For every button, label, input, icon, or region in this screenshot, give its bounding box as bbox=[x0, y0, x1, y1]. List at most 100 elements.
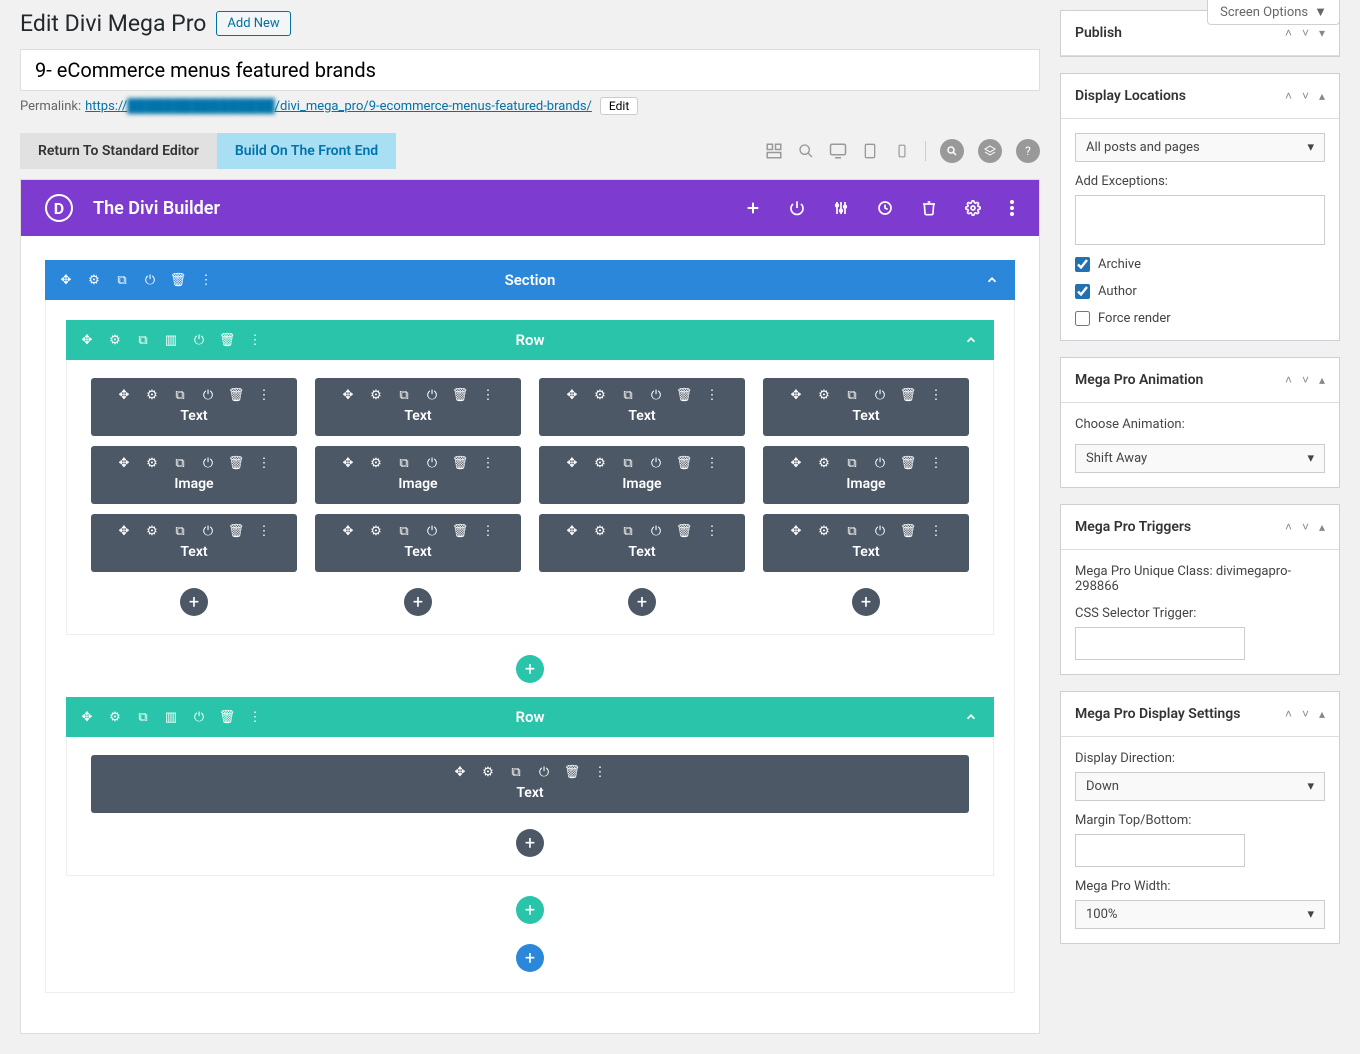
gear-icon[interactable]: ⚙ bbox=[145, 456, 159, 470]
animation-select[interactable]: Shift Away▾ bbox=[1075, 444, 1325, 473]
add-section-button[interactable]: + bbox=[516, 944, 544, 972]
display-locations-select[interactable]: All posts and pages▾ bbox=[1075, 133, 1325, 162]
power-icon[interactable]: ⏻ bbox=[649, 388, 663, 402]
trash-icon[interactable]: 🗑 bbox=[901, 456, 915, 470]
collapse-icon[interactable] bbox=[964, 333, 978, 347]
duplicate-icon[interactable]: ⧉ bbox=[845, 456, 859, 470]
module-text[interactable]: ✥ ⚙ ⧉ ⏻ 🗑 ⋮ Text bbox=[315, 514, 521, 572]
gear-icon[interactable]: ⚙ bbox=[481, 765, 495, 779]
move-icon[interactable]: ✥ bbox=[59, 273, 73, 287]
add-icon[interactable] bbox=[745, 200, 761, 216]
move-icon[interactable]: ✥ bbox=[117, 456, 131, 470]
move-icon[interactable]: ✥ bbox=[565, 524, 579, 538]
module-text[interactable]: ✥ ⚙ ⧉ ⏻ 🗑 ⋮ Text bbox=[91, 755, 969, 813]
gear-icon[interactable]: ⚙ bbox=[593, 524, 607, 538]
gear-icon[interactable] bbox=[965, 200, 981, 216]
panel-toggle-icon[interactable]: ▾ bbox=[1319, 26, 1325, 40]
more-icon[interactable]: ⋮ bbox=[705, 388, 719, 402]
move-icon[interactable]: ✥ bbox=[789, 388, 803, 402]
help-circle-icon[interactable]: ? bbox=[1016, 139, 1040, 163]
columns-icon[interactable]: ▥ bbox=[164, 333, 178, 347]
module-text[interactable]: ✥ ⚙ ⧉ ⏻ 🗑 ⋮ Text bbox=[539, 378, 745, 436]
add-module-button[interactable]: + bbox=[628, 588, 656, 616]
power-icon[interactable]: ⏻ bbox=[192, 333, 206, 347]
trash-icon[interactable]: 🗑 bbox=[677, 524, 691, 538]
duplicate-icon[interactable]: ⧉ bbox=[397, 388, 411, 402]
gear-icon[interactable]: ⚙ bbox=[593, 456, 607, 470]
move-icon[interactable]: ✥ bbox=[117, 388, 131, 402]
panel-down-icon[interactable]: ˅ bbox=[1302, 373, 1309, 387]
move-icon[interactable]: ✥ bbox=[565, 388, 579, 402]
trash-icon[interactable]: 🗑 bbox=[901, 388, 915, 402]
screen-options-toggle[interactable]: Screen Options ▼ bbox=[1207, 0, 1340, 25]
clock-icon[interactable] bbox=[877, 200, 893, 216]
more-icon[interactable]: ⋮ bbox=[199, 273, 213, 287]
add-row-button[interactable]: + bbox=[516, 655, 544, 683]
power-icon[interactable]: ⏻ bbox=[201, 524, 215, 538]
panel-down-icon[interactable]: ˅ bbox=[1302, 26, 1309, 40]
duplicate-icon[interactable]: ⧉ bbox=[621, 524, 635, 538]
trash-icon[interactable]: 🗑 bbox=[565, 765, 579, 779]
module-text[interactable]: ✥ ⚙ ⧉ ⏻ 🗑 ⋮ Text bbox=[315, 378, 521, 436]
more-icon[interactable]: ⋮ bbox=[248, 333, 262, 347]
more-icon[interactable]: ⋮ bbox=[481, 456, 495, 470]
move-icon[interactable]: ✥ bbox=[117, 524, 131, 538]
trash-icon[interactable]: 🗑 bbox=[901, 524, 915, 538]
more-icon[interactable]: ⋮ bbox=[257, 524, 271, 538]
more-icon[interactable] bbox=[1009, 199, 1015, 217]
trash-icon[interactable]: 🗑 bbox=[453, 456, 467, 470]
gear-icon[interactable]: ⚙ bbox=[817, 388, 831, 402]
edit-permalink-button[interactable]: Edit bbox=[600, 97, 638, 115]
archive-checkbox[interactable]: Archive bbox=[1075, 257, 1325, 272]
gear-icon[interactable]: ⚙ bbox=[369, 388, 383, 402]
duplicate-icon[interactable]: ⧉ bbox=[173, 524, 187, 538]
collapse-icon[interactable] bbox=[964, 710, 978, 724]
move-icon[interactable]: ✥ bbox=[80, 710, 94, 724]
duplicate-icon[interactable]: ⧉ bbox=[621, 388, 635, 402]
more-icon[interactable]: ⋮ bbox=[481, 524, 495, 538]
more-icon[interactable]: ⋮ bbox=[248, 710, 262, 724]
panel-up-icon[interactable]: ˄ bbox=[1285, 520, 1292, 534]
more-icon[interactable]: ⋮ bbox=[257, 388, 271, 402]
trash-icon[interactable]: 🗑 bbox=[677, 456, 691, 470]
gear-icon[interactable]: ⚙ bbox=[108, 333, 122, 347]
module-image[interactable]: ✥ ⚙ ⧉ ⏻ 🗑 ⋮ Image bbox=[763, 446, 969, 504]
wireframe-view-icon[interactable] bbox=[765, 142, 783, 160]
trash-icon[interactable]: 🗑 bbox=[453, 388, 467, 402]
return-standard-editor-button[interactable]: Return To Standard Editor bbox=[20, 133, 217, 169]
force-render-checkbox[interactable]: Force render bbox=[1075, 311, 1325, 326]
gear-icon[interactable]: ⚙ bbox=[145, 388, 159, 402]
add-module-button[interactable]: + bbox=[852, 588, 880, 616]
panel-toggle-icon[interactable]: ▴ bbox=[1319, 373, 1325, 387]
row-header[interactable]: ✥ ⚙ ⧉ ▥ ⏻ 🗑 ⋮ Row bbox=[66, 697, 994, 737]
author-checkbox[interactable]: Author bbox=[1075, 284, 1325, 299]
trash-icon[interactable]: 🗑 bbox=[229, 524, 243, 538]
module-text[interactable]: ✥ ⚙ ⧉ ⏻ 🗑 ⋮ Text bbox=[763, 378, 969, 436]
trash-icon[interactable] bbox=[921, 200, 937, 216]
gear-icon[interactable]: ⚙ bbox=[369, 456, 383, 470]
trash-icon[interactable]: 🗑 bbox=[229, 388, 243, 402]
panel-toggle-icon[interactable]: ▴ bbox=[1319, 89, 1325, 103]
power-icon[interactable]: ⏻ bbox=[143, 273, 157, 287]
duplicate-icon[interactable]: ⧉ bbox=[173, 456, 187, 470]
add-module-button[interactable]: + bbox=[180, 588, 208, 616]
permalink-link[interactable]: https://████████████████/divi_mega_pro/9… bbox=[85, 98, 592, 114]
panel-up-icon[interactable]: ˄ bbox=[1285, 89, 1292, 103]
gear-icon[interactable]: ⚙ bbox=[817, 456, 831, 470]
power-icon[interactable]: ⏻ bbox=[873, 388, 887, 402]
more-icon[interactable]: ⋮ bbox=[705, 456, 719, 470]
more-icon[interactable]: ⋮ bbox=[593, 765, 607, 779]
collapse-icon[interactable] bbox=[985, 273, 999, 287]
width-select[interactable]: 100%▾ bbox=[1075, 900, 1325, 929]
search-circle-icon[interactable] bbox=[940, 139, 964, 163]
power-icon[interactable]: ⏻ bbox=[873, 524, 887, 538]
power-icon[interactable]: ⏻ bbox=[425, 456, 439, 470]
power-icon[interactable]: ⏻ bbox=[873, 456, 887, 470]
direction-select[interactable]: Down▾ bbox=[1075, 772, 1325, 801]
module-text[interactable]: ✥ ⚙ ⧉ ⏻ 🗑 ⋮ Text bbox=[91, 378, 297, 436]
more-icon[interactable]: ⋮ bbox=[929, 388, 943, 402]
post-title-input[interactable] bbox=[20, 49, 1040, 91]
power-icon[interactable]: ⏻ bbox=[537, 765, 551, 779]
trash-icon[interactable]: 🗑 bbox=[229, 456, 243, 470]
desktop-view-icon[interactable] bbox=[829, 142, 847, 160]
